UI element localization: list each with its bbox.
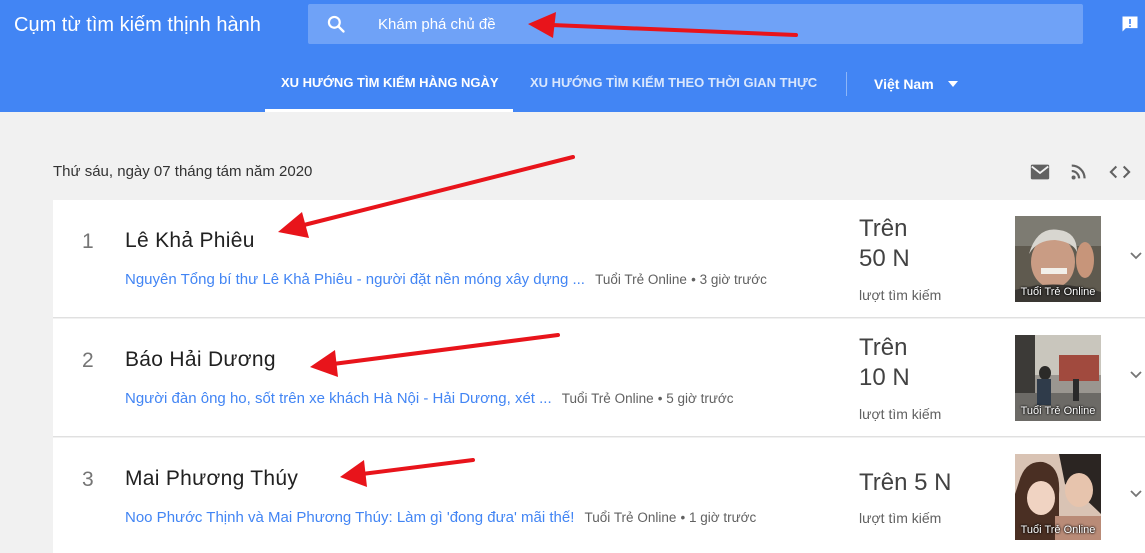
search-count-label: lượt tìm kiếm [859, 510, 942, 526]
article-source: Tuổi Trẻ Online [584, 510, 677, 525]
search-count-line1: Trên [859, 334, 908, 361]
trend-title[interactable]: Báo Hải Dương [125, 348, 276, 372]
article-source: Tuổi Trẻ Online [595, 272, 687, 287]
top-app-bar: Cụm từ tìm kiếm thịnh hành XU HƯỚNG TÌM … [0, 0, 1145, 112]
article-time: 1 giờ trước [689, 510, 757, 525]
article-link[interactable]: Noo Phước Thịnh và Mai Phương Thúy: Làm … [125, 509, 574, 526]
country-select[interactable]: Việt Nam [874, 76, 934, 92]
chevron-down-icon[interactable] [1129, 251, 1143, 261]
trend-title[interactable]: Lê Khả Phiêu [125, 229, 255, 253]
trend-rank: 1 [82, 230, 94, 253]
mail-icon[interactable] [1029, 162, 1051, 182]
article-link[interactable]: Nguyên Tổng bí thư Lê Khả Phiêu - người … [125, 271, 585, 288]
news-thumbnail[interactable]: Tuổi Trẻ Online [1015, 335, 1101, 421]
search-count-line2: 50 N [859, 245, 910, 272]
meta-separator: • [657, 391, 667, 406]
search-count-label: lượt tìm kiếm [859, 287, 942, 303]
search-count-line1: Trên [859, 215, 908, 242]
chevron-down-icon[interactable] [948, 81, 958, 87]
search-box[interactable] [308, 4, 1083, 44]
meta-separator: • [691, 272, 700, 287]
feedback-icon[interactable] [1120, 14, 1140, 34]
news-thumbnail[interactable]: Tuổi Trẻ Online [1015, 216, 1101, 302]
chevron-down-icon[interactable] [1129, 489, 1143, 499]
trend-article: Người đàn ông ho, sốt trên xe khách Hà N… [125, 390, 734, 407]
trend-article: Noo Phước Thịnh và Mai Phương Thúy: Làm … [125, 509, 756, 526]
date-heading: Thứ sáu, ngày 07 tháng tám năm 2020 [53, 163, 313, 180]
active-tab-indicator [265, 109, 513, 112]
search-count-label: lượt tìm kiếm [859, 406, 942, 422]
thumbnail-source-label: Tuổi Trẻ Online [1020, 286, 1096, 298]
tab-daily-trends[interactable]: XU HƯỚNG TÌM KIẾM HÀNG NGÀY [281, 75, 499, 90]
article-source: Tuổi Trẻ Online [561, 391, 654, 406]
chevron-down-icon[interactable] [1129, 370, 1143, 380]
search-count-line1: Trên 5 N [859, 469, 952, 496]
trend-rank: 3 [82, 468, 94, 491]
app-title: Cụm từ tìm kiếm thịnh hành [14, 14, 261, 36]
search-count-line2: 10 N [859, 364, 910, 391]
thumbnail-source-label: Tuổi Trẻ Online [1020, 524, 1096, 536]
article-link[interactable]: Người đàn ông ho, sốt trên xe khách Hà N… [125, 390, 552, 407]
tab-realtime-trends[interactable]: XU HƯỚNG TÌM KIẾM THEO THỜI GIAN THỰC [530, 75, 817, 90]
meta-separator: • [680, 510, 689, 525]
search-input[interactable] [378, 4, 1018, 44]
trend-title[interactable]: Mai Phương Thúy [125, 467, 298, 491]
search-count: Trên 10 N [859, 333, 979, 393]
search-count: Trên 50 N [859, 214, 979, 274]
search-icon[interactable] [326, 14, 346, 34]
embed-code-icon[interactable] [1109, 162, 1131, 182]
thumbnail-source-label: Tuổi Trẻ Online [1020, 405, 1096, 417]
article-time: 5 giờ trước [666, 391, 734, 406]
search-count: Trên 5 N [859, 468, 979, 498]
trend-item[interactable]: 1 Lê Khả Phiêu Nguyên Tổng bí thư Lê Khả… [53, 200, 1145, 318]
trend-rank: 2 [82, 349, 94, 372]
trend-article: Nguyên Tổng bí thư Lê Khả Phiêu - người … [125, 271, 767, 288]
article-time: 3 giờ trước [699, 272, 767, 287]
rss-icon[interactable] [1069, 162, 1091, 182]
tab-divider [846, 72, 847, 96]
news-thumbnail[interactable]: Tuổi Trẻ Online [1015, 454, 1101, 540]
trend-item[interactable]: 3 Mai Phương Thúy Noo Phước Thịnh và Mai… [53, 438, 1145, 553]
trend-item[interactable]: 2 Báo Hải Dương Người đàn ông ho, sốt tr… [53, 319, 1145, 437]
